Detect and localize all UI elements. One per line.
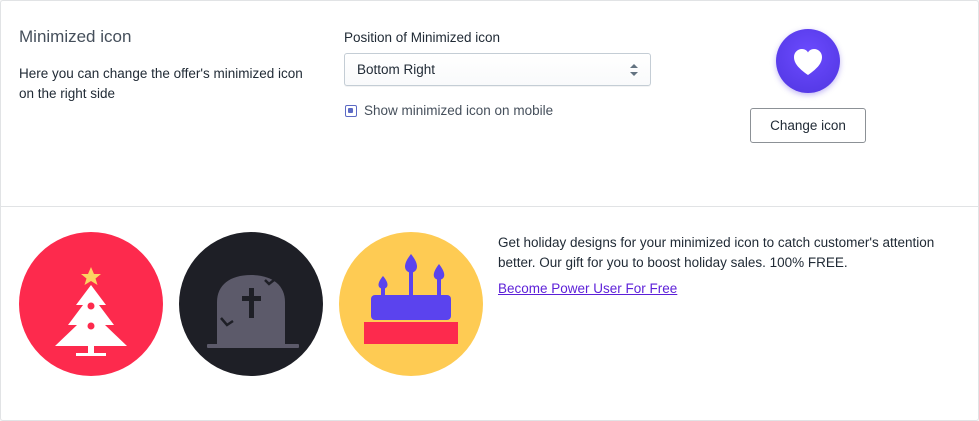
show-on-mobile-label[interactable]: Show minimized icon on mobile bbox=[364, 103, 553, 118]
section-title: Minimized icon bbox=[19, 27, 132, 46]
birthday-design-option[interactable] bbox=[339, 232, 483, 376]
christmas-tree-icon bbox=[55, 267, 127, 356]
position-select[interactable]: Bottom Right bbox=[344, 53, 651, 86]
checkbox-checked-mark bbox=[348, 108, 353, 113]
become-power-user-link[interactable]: Become Power User For Free bbox=[498, 281, 677, 296]
position-select-value: Bottom Right bbox=[357, 62, 436, 77]
show-on-mobile-checkbox[interactable] bbox=[345, 105, 357, 117]
minimized-icon-section: Minimized icon Here you can change the o… bbox=[1, 1, 978, 207]
position-label: Position of Minimized icon bbox=[344, 30, 501, 45]
minimized-icon-preview bbox=[776, 29, 840, 93]
change-icon-button[interactable]: Change icon bbox=[750, 108, 866, 143]
christmas-design-option[interactable] bbox=[19, 232, 163, 376]
settings-card: Minimized icon Here you can change the o… bbox=[0, 0, 979, 421]
heart-icon bbox=[794, 49, 822, 75]
select-arrows-icon bbox=[629, 63, 639, 77]
tombstone-icon bbox=[207, 275, 299, 348]
birthday-cake-icon bbox=[364, 254, 458, 344]
holiday-promo-text: Get holiday designs for your minimized i… bbox=[498, 235, 935, 270]
halloween-design-option[interactable] bbox=[179, 232, 323, 376]
section-description: Here you can change the offer's minimize… bbox=[19, 66, 303, 101]
